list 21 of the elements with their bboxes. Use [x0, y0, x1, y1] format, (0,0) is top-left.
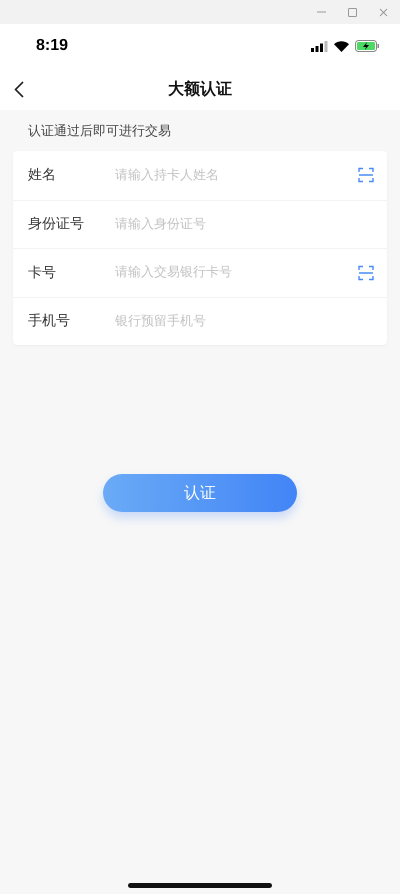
status-time: 8:19	[36, 37, 68, 55]
input-field[interactable]: 请输入交易银行卡号	[115, 265, 358, 280]
input-field[interactable]: 请输入持卡人姓名	[115, 168, 358, 183]
field-label: 姓名	[28, 166, 57, 184]
scan-icon[interactable]	[358, 167, 374, 184]
page-title: 大额认证	[168, 78, 232, 100]
hint-text: 认证通过后即可进行交易	[28, 123, 172, 140]
input-field[interactable]: 银行预留手机号	[115, 314, 374, 329]
minimize-icon[interactable]	[317, 11, 326, 13]
close-icon[interactable]	[379, 8, 388, 16]
input-field[interactable]: 请输入身份证号	[115, 216, 374, 232]
signal-icon	[311, 40, 328, 52]
field-label: 身份证号	[28, 215, 85, 234]
battery-icon	[355, 40, 380, 52]
field-label: 手机号	[28, 312, 71, 330]
scan-icon[interactable]	[358, 264, 374, 281]
submit-button[interactable]: 认证	[103, 474, 297, 512]
back-icon	[14, 80, 24, 98]
wifi-icon	[334, 40, 349, 52]
field-label: 卡号	[28, 264, 57, 282]
maximize-icon[interactable]	[348, 8, 357, 16]
